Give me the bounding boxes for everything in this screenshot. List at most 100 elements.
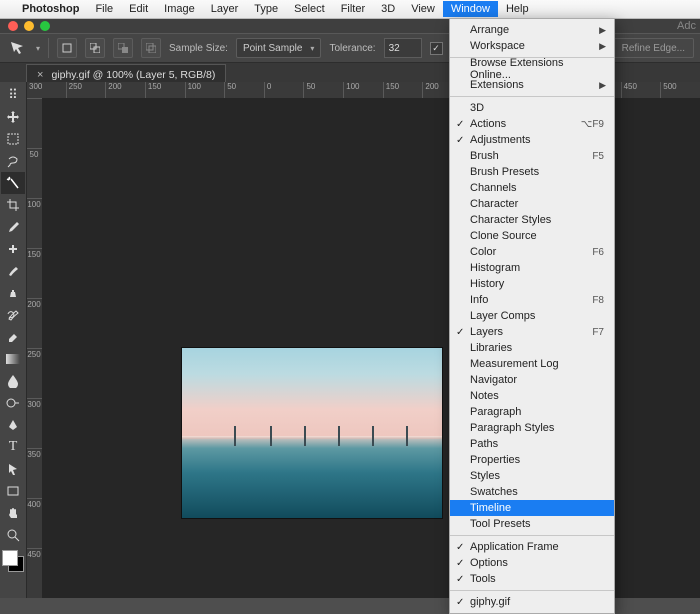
menu-properties[interactable]: Properties xyxy=(450,452,614,468)
menu-view[interactable]: View xyxy=(403,1,443,17)
menu-help[interactable]: Help xyxy=(498,1,537,17)
menu-item-label: Paths xyxy=(470,438,498,450)
clone-stamp-tool-icon[interactable] xyxy=(1,282,25,304)
menu-application-frame[interactable]: ✓ Application Frame xyxy=(450,539,614,555)
menu-window[interactable]: Window xyxy=(443,1,498,17)
menu-file[interactable]: File xyxy=(87,1,121,17)
brush-tool-icon[interactable] xyxy=(1,260,25,282)
menu-notes[interactable]: Notes xyxy=(450,388,614,404)
type-tool-icon[interactable]: T xyxy=(1,436,25,458)
healing-brush-tool-icon[interactable] xyxy=(1,238,25,260)
menu-libraries[interactable]: Libraries xyxy=(450,340,614,356)
submenu-arrow-icon: ▶ xyxy=(599,25,606,36)
crop-tool-icon[interactable] xyxy=(1,194,25,216)
menu-clone-source[interactable]: Clone Source xyxy=(450,228,614,244)
intersect-selection-icon[interactable] xyxy=(141,38,161,58)
menu-brush-presets[interactable]: Brush Presets xyxy=(450,164,614,180)
check-icon: ✓ xyxy=(456,542,464,553)
menu-tools[interactable]: ✓Tools xyxy=(450,571,614,587)
menu-app[interactable]: Photoshop xyxy=(14,1,87,17)
menu-info[interactable]: InfoF8 xyxy=(450,292,614,308)
menu-item-label: Actions xyxy=(470,118,506,130)
tolerance-input[interactable] xyxy=(384,38,422,58)
menu-character-styles[interactable]: Character Styles xyxy=(450,212,614,228)
menu-channels[interactable]: Channels xyxy=(450,180,614,196)
magic-wand-tool-icon[interactable] xyxy=(1,172,25,194)
zoom-tool-icon[interactable] xyxy=(1,524,25,546)
menu-layer-comps[interactable]: Layer Comps xyxy=(450,308,614,324)
blur-tool-icon[interactable] xyxy=(1,370,25,392)
pen-tool-icon[interactable] xyxy=(1,414,25,436)
lasso-tool-icon[interactable] xyxy=(1,150,25,172)
current-tool-icon[interactable] xyxy=(6,38,28,58)
menu-color[interactable]: ColorF6 xyxy=(450,244,614,260)
antialias-checkbox[interactable]: ✓ xyxy=(430,42,443,55)
menu-extensions[interactable]: Extensions▶ xyxy=(450,77,614,93)
menu-browse-extensions[interactable]: Browse Extensions Online... xyxy=(450,61,614,77)
hand-tool-icon[interactable] xyxy=(1,502,25,524)
grab-handle-icon[interactable]: ⠿ xyxy=(1,84,25,106)
menu-item-label: Adjustments xyxy=(470,134,531,146)
foreground-color-swatch[interactable] xyxy=(2,550,18,566)
menu-select[interactable]: Select xyxy=(286,1,333,17)
menu-layer[interactable]: Layer xyxy=(203,1,247,17)
eyedropper-tool-icon[interactable] xyxy=(1,216,25,238)
menu-layers[interactable]: ✓LayersF7 xyxy=(450,324,614,340)
menu-3d[interactable]: 3D xyxy=(450,100,614,116)
gradient-tool-icon[interactable] xyxy=(1,348,25,370)
zoom-window-icon[interactable] xyxy=(40,21,50,31)
menu-image[interactable]: Image xyxy=(156,1,203,17)
move-tool-icon[interactable] xyxy=(1,106,25,128)
dodge-tool-icon[interactable] xyxy=(1,392,25,414)
new-selection-icon[interactable] xyxy=(57,38,77,58)
menu-arrange[interactable]: Arrange▶ xyxy=(450,22,614,38)
menu-workspace[interactable]: Workspace▶ xyxy=(450,38,614,54)
menu-actions[interactable]: ✓Actions⌥F9 xyxy=(450,116,614,132)
menu-item-label: Histogram xyxy=(470,262,520,274)
marquee-tool-icon[interactable] xyxy=(1,128,25,150)
menu-item-label: Character xyxy=(470,198,518,210)
menu-character[interactable]: Character xyxy=(450,196,614,212)
menu-styles[interactable]: Styles xyxy=(450,468,614,484)
menu-paragraph-styles[interactable]: Paragraph Styles xyxy=(450,420,614,436)
close-window-icon[interactable] xyxy=(8,21,18,31)
subtract-selection-icon[interactable] xyxy=(113,38,133,58)
color-swatches[interactable] xyxy=(2,550,24,572)
menu-item-label: Application Frame xyxy=(470,541,559,553)
close-tab-icon[interactable]: × xyxy=(37,69,43,81)
minimize-window-icon[interactable] xyxy=(24,21,34,31)
menu-filter[interactable]: Filter xyxy=(333,1,373,17)
check-icon: ✓ xyxy=(456,558,464,569)
menu-options[interactable]: ✓ Options xyxy=(450,555,614,571)
add-selection-icon[interactable] xyxy=(85,38,105,58)
document-image xyxy=(182,348,442,518)
menu-brush[interactable]: BrushF5 xyxy=(450,148,614,164)
check-icon: ✓ xyxy=(456,574,464,585)
refine-edge-button[interactable]: Refine Edge... xyxy=(613,38,694,58)
menu-giphy-gif[interactable]: ✓giphy.gif xyxy=(450,594,614,610)
check-icon: ✓ xyxy=(456,135,464,146)
menu-3d[interactable]: 3D xyxy=(373,1,403,17)
menu-item-label: Options xyxy=(470,557,508,569)
menu-timeline[interactable]: Timeline xyxy=(450,500,614,516)
shape-tool-icon[interactable] xyxy=(1,480,25,502)
menu-histogram[interactable]: Histogram xyxy=(450,260,614,276)
menu-type[interactable]: Type xyxy=(246,1,286,17)
menu-history[interactable]: History xyxy=(450,276,614,292)
menu-paragraph[interactable]: Paragraph xyxy=(450,404,614,420)
menu-adjustments[interactable]: ✓ Adjustments xyxy=(450,132,614,148)
sample-size-dropdown[interactable]: Point Sample ▾ xyxy=(236,38,322,58)
menu-tool-presets[interactable]: Tool Presets xyxy=(450,516,614,532)
window-menu-dropdown: Arrange▶ Workspace▶ Browse Extensions On… xyxy=(449,18,615,614)
menu-measurement-log[interactable]: Measurement Log xyxy=(450,356,614,372)
path-select-tool-icon[interactable] xyxy=(1,458,25,480)
menu-swatches[interactable]: Swatches xyxy=(450,484,614,500)
menu-paths[interactable]: Paths xyxy=(450,436,614,452)
ruler-vertical[interactable]: 50100150200250300350400450 xyxy=(26,98,43,598)
tool-palette: ⠿ T xyxy=(0,82,27,598)
menu-navigator[interactable]: Navigator xyxy=(450,372,614,388)
menu-item-label: Layer Comps xyxy=(470,310,535,322)
menu-edit[interactable]: Edit xyxy=(121,1,156,17)
eraser-tool-icon[interactable] xyxy=(1,326,25,348)
history-brush-tool-icon[interactable] xyxy=(1,304,25,326)
